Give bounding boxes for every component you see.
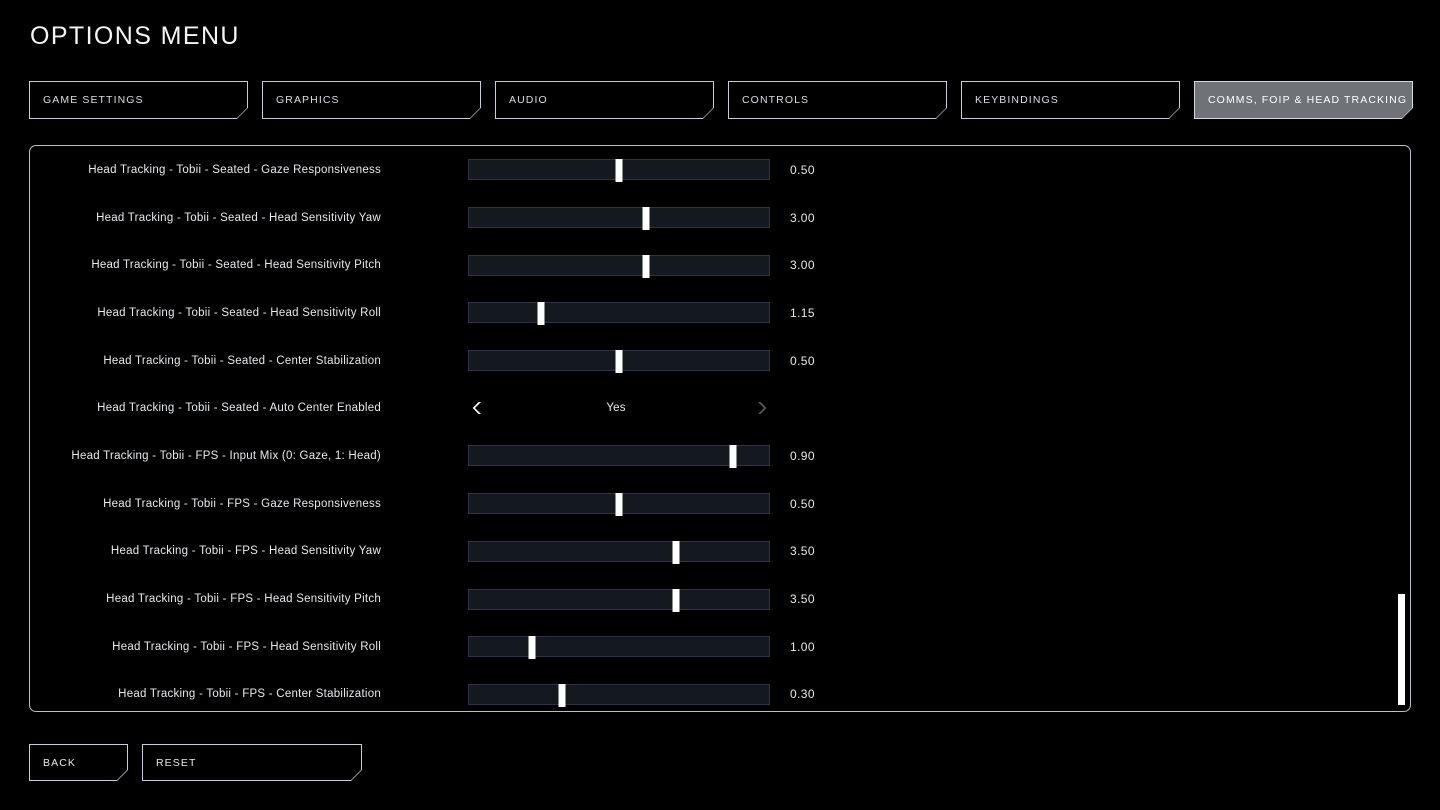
setting-control (468, 587, 770, 612)
setting-row: Head Tracking - Tobii - FPS - Input Mix … (30, 432, 1410, 480)
setting-control: Yes (468, 396, 770, 420)
tab-keybindings[interactable]: KEYBINDINGS (961, 81, 1180, 119)
slider-track[interactable] (468, 540, 770, 564)
setting-row: Head Tracking - Tobii - FPS - Head Sensi… (30, 528, 1410, 576)
slider-track[interactable] (468, 159, 770, 183)
slider-track[interactable] (468, 207, 770, 231)
setting-row: Head Tracking - Tobii - Seated - Head Se… (30, 241, 1410, 289)
slider-track[interactable] (468, 445, 770, 469)
slider-thumb[interactable] (642, 207, 650, 231)
slider-track[interactable] (468, 588, 770, 612)
slider-track[interactable] (468, 683, 770, 707)
scrollbar-thumb[interactable] (1398, 594, 1405, 705)
tab-game-settings[interactable]: GAME SETTINGS (29, 81, 248, 119)
slider-track[interactable] (468, 254, 770, 278)
chevron-right-icon[interactable] (752, 398, 770, 418)
tab-label: COMMS, FOIP & HEAD TRACKING (1208, 94, 1408, 106)
setting-label: Head Tracking - Tobii - FPS - Gaze Respo… (103, 497, 381, 510)
slider-thumb[interactable] (672, 540, 680, 564)
setting-value: 0.50 (790, 353, 815, 368)
setting-row: Head Tracking - Tobii - Seated - Head Se… (30, 289, 1410, 337)
setting-label: Head Tracking - Tobii - FPS - Center Sta… (118, 688, 381, 701)
scrollbar-track[interactable] (1397, 148, 1406, 709)
reset-button[interactable]: RESET (142, 744, 362, 781)
tab-comms-foip-head-tracking[interactable]: COMMS, FOIP & HEAD TRACKING (1194, 81, 1413, 119)
setting-control (468, 158, 770, 183)
slider-thumb[interactable] (615, 493, 623, 517)
option-value: Yes (606, 402, 626, 415)
setting-control (468, 682, 770, 707)
setting-control (468, 444, 770, 469)
setting-row: Head Tracking - Tobii - Seated - Auto Ce… (30, 384, 1410, 432)
slider-thumb[interactable] (642, 254, 650, 278)
setting-value: 1.15 (790, 305, 815, 320)
tab-label: GRAPHICS (276, 94, 340, 106)
setting-row: Head Tracking - Tobii - FPS - Head Sensi… (30, 575, 1410, 623)
footer-actions: BACK RESET (29, 744, 362, 781)
setting-label: Head Tracking - Tobii - Seated - Head Se… (97, 306, 381, 319)
tab-bar: GAME SETTINGS GRAPHICS AUDIO CONTROLS KEYBIN… (29, 81, 1413, 119)
setting-row: Head Tracking - Tobii - Seated - Center … (30, 337, 1410, 385)
setting-row: Head Tracking - Tobii - FPS - Center Sta… (30, 671, 1410, 711)
setting-label: Head Tracking - Tobii - FPS - Head Sensi… (106, 593, 381, 606)
slider-thumb[interactable] (615, 350, 623, 374)
setting-control (468, 301, 770, 326)
setting-label: Head Tracking - Tobii - Seated - Head Se… (91, 259, 381, 272)
settings-list: Head Tracking - Tobii - Seated - Gaze Re… (30, 146, 1410, 711)
tab-label: GAME SETTINGS (43, 94, 144, 106)
tab-graphics[interactable]: GRAPHICS (262, 81, 481, 119)
slider-track[interactable] (468, 350, 770, 374)
slider-thumb[interactable] (537, 302, 545, 326)
setting-value: 0.50 (790, 162, 815, 177)
setting-control (468, 635, 770, 660)
setting-row: Head Tracking - Tobii - Seated - Gaze Re… (30, 146, 1410, 194)
tab-controls[interactable]: CONTROLS (728, 81, 947, 119)
reset-button-label: RESET (156, 756, 197, 769)
back-button-label: BACK (43, 756, 76, 769)
setting-control (468, 492, 770, 517)
setting-control (468, 539, 770, 564)
setting-value: 3.00 (790, 210, 815, 225)
tab-label: KEYBINDINGS (975, 94, 1059, 106)
page-title: OPTIONS MENU (30, 22, 240, 50)
setting-row: Head Tracking - Tobii - Seated - Head Se… (30, 194, 1410, 242)
slider-track[interactable] (468, 636, 770, 660)
slider-track[interactable] (468, 493, 770, 517)
settings-panel: Head Tracking - Tobii - Seated - Gaze Re… (29, 145, 1411, 712)
setting-value: 3.50 (790, 592, 815, 607)
setting-label: Head Tracking - Tobii - Seated - Head Se… (96, 211, 381, 224)
slider-thumb[interactable] (528, 636, 536, 660)
tab-label: CONTROLS (742, 94, 810, 106)
setting-control (468, 206, 770, 231)
slider-thumb[interactable] (729, 445, 737, 469)
setting-value: 1.00 (790, 639, 815, 654)
setting-value: 0.90 (790, 448, 815, 463)
setting-row: Head Tracking - Tobii - FPS - Gaze Respo… (30, 480, 1410, 528)
setting-label: Head Tracking - Tobii - FPS - Head Sensi… (110, 545, 381, 558)
tab-label: AUDIO (509, 94, 548, 106)
slider-thumb[interactable] (672, 588, 680, 612)
setting-value: 0.50 (790, 496, 815, 511)
setting-label: Head Tracking - Tobii - FPS - Input Mix … (71, 449, 381, 462)
setting-value: 3.50 (790, 544, 815, 559)
slider-thumb[interactable] (615, 159, 623, 183)
setting-value: 3.00 (790, 258, 815, 273)
setting-label: Head Tracking - Tobii - Seated - Gaze Re… (88, 163, 381, 176)
setting-row: Head Tracking - Tobii - FPS - Head Sensi… (30, 623, 1410, 671)
setting-label: Head Tracking - Tobii - FPS - Head Sensi… (112, 640, 381, 653)
tab-audio[interactable]: AUDIO (495, 81, 714, 119)
setting-label: Head Tracking - Tobii - Seated - Center … (103, 354, 381, 367)
option-spinner: Yes (468, 398, 770, 419)
setting-control (468, 349, 770, 374)
slider-track[interactable] (468, 302, 770, 326)
setting-control (468, 253, 770, 278)
back-button[interactable]: BACK (29, 744, 128, 781)
setting-label: Head Tracking - Tobii - Seated - Auto Ce… (97, 402, 381, 415)
setting-value: 0.30 (790, 687, 815, 702)
slider-thumb[interactable] (558, 683, 566, 707)
